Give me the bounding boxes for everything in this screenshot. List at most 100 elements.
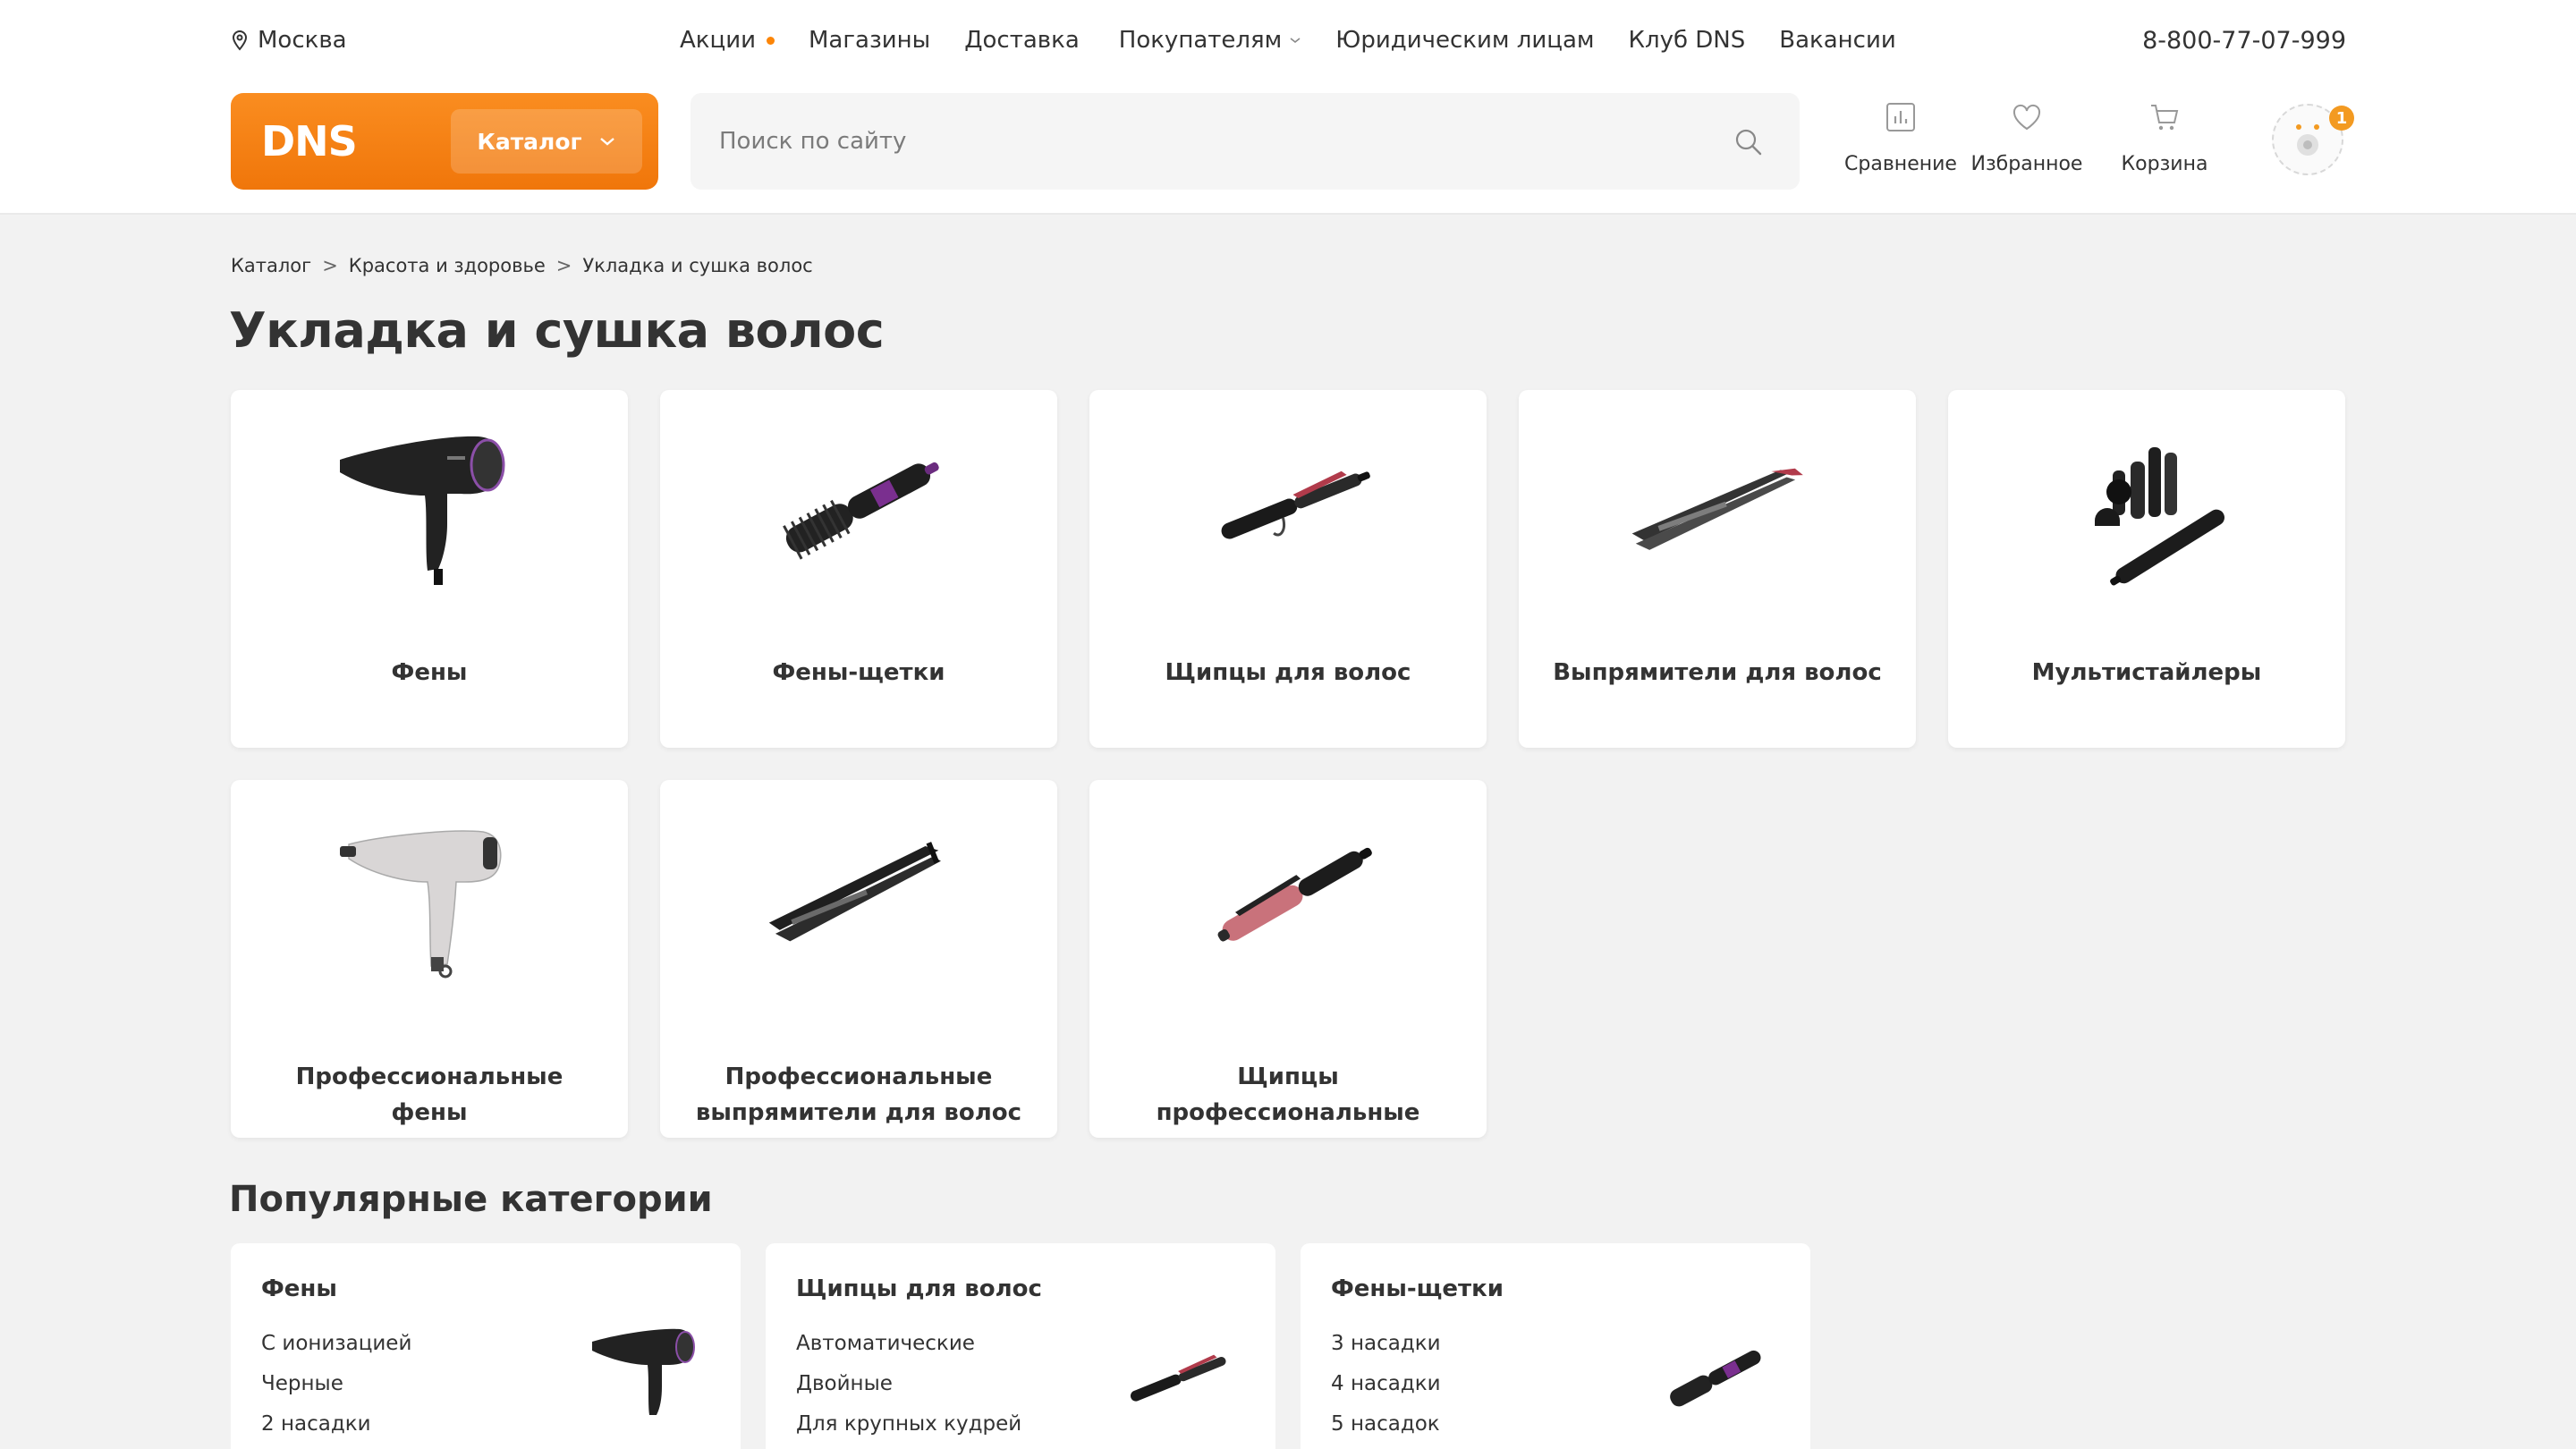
category-image xyxy=(660,807,1057,986)
popular-filter-link[interactable]: 5 насадок xyxy=(1331,1404,1441,1445)
category-label: Щипцы профессиональные xyxy=(1107,1059,1469,1131)
catalog-label: Каталог xyxy=(477,128,582,155)
category-label: Щипцы для волос xyxy=(1165,659,1411,686)
category-card-pro-curling-irons[interactable]: Щипцы профессиональные xyxy=(1089,780,1487,1138)
notification-badge: 1 xyxy=(2329,106,2354,131)
cart-button[interactable]: Корзина xyxy=(2102,100,2227,175)
nav-label: Клуб DNS xyxy=(1628,27,1746,54)
category-label: Профессиональные фены xyxy=(249,1059,610,1131)
dns-logo[interactable]: DNS xyxy=(261,118,358,165)
page-title: Укладка и сушка волос xyxy=(229,302,885,359)
popular-card-hot-air-brushes: Фены-щетки 3 насадки 4 насадки 5 насадок xyxy=(1301,1243,1810,1449)
pro-curling-iron-icon xyxy=(1217,847,1372,942)
category-image xyxy=(1089,417,1487,596)
favorites-button[interactable]: Избранное xyxy=(1964,100,2089,175)
site-header: Москва Акции Магазины Доставка Покупател… xyxy=(0,0,2576,215)
pro-hair-dryer-icon xyxy=(340,830,502,979)
popular-card-hair-dryers: Фены С ионизацией Черные 2 насадки xyxy=(231,1243,741,1449)
compare-chart-icon xyxy=(1886,103,1915,131)
avatar-face-icon xyxy=(2296,124,2319,156)
category-label: Фены xyxy=(391,659,468,686)
popular-card-title[interactable]: Щипцы для волос xyxy=(796,1275,1042,1302)
popular-filter-list: С ионизацией Черные 2 насадки xyxy=(261,1324,411,1445)
popular-card-curling-irons: Щипцы для волос Автоматические Двойные Д… xyxy=(766,1243,1275,1449)
category-card-curling-irons[interactable]: Щипцы для волос xyxy=(1089,390,1487,748)
nav-item-vacancies[interactable]: Вакансии xyxy=(1779,27,1896,54)
location-pin-icon xyxy=(232,30,248,51)
hair-straightener-icon xyxy=(1631,468,1803,550)
promo-dot-icon xyxy=(766,36,775,45)
popular-filter-link[interactable]: Двойные xyxy=(796,1364,1021,1404)
category-image xyxy=(1089,807,1487,986)
nav-label: Доставка xyxy=(964,27,1080,54)
category-image xyxy=(231,807,628,986)
category-card-pro-straighteners[interactable]: Профессиональные выпрямители для волос xyxy=(660,780,1057,1138)
category-image xyxy=(231,417,628,596)
nav-item-legal-entities[interactable]: Юридическим лицам xyxy=(1335,27,1594,54)
category-card-hot-air-brushes[interactable]: Фены-щетки xyxy=(660,390,1057,748)
breadcrumb-separator: > xyxy=(555,255,572,276)
breadcrumb-link[interactable]: Каталог xyxy=(231,255,311,276)
popular-card-title[interactable]: Фены xyxy=(261,1275,337,1302)
popular-filter-list: Автоматические Двойные Для крупных кудре… xyxy=(796,1324,1021,1445)
popular-section-title: Популярные категории xyxy=(229,1179,713,1220)
cart-label: Корзина xyxy=(2121,153,2208,175)
pro-straightener-icon xyxy=(768,842,941,942)
nav-item-delivery[interactable]: Доставка xyxy=(964,27,1080,54)
category-image xyxy=(1948,417,2345,596)
city-selector[interactable]: Москва xyxy=(231,23,347,57)
logo-catalog-block: DNS Каталог xyxy=(231,93,658,190)
nav-label: Юридическим лицам xyxy=(1335,27,1595,54)
category-label-line: Профессиональные xyxy=(295,1063,564,1090)
nav-label: Магазины xyxy=(808,27,931,54)
compare-button[interactable]: Сравнение xyxy=(1825,100,1977,175)
popular-filter-link[interactable]: 2 насадки xyxy=(261,1404,411,1445)
chevron-down-icon xyxy=(599,138,614,146)
multistyler-icon xyxy=(2095,447,2224,586)
category-image xyxy=(1519,417,1916,596)
popular-filter-list: 3 насадки 4 насадки 5 насадок xyxy=(1331,1324,1441,1445)
nav-item-dns-club[interactable]: Клуб DNS xyxy=(1629,27,1746,54)
nav-item-customers[interactable]: Покупателям xyxy=(1119,27,1302,54)
popular-filter-link[interactable]: С ионизацией xyxy=(261,1324,411,1364)
popular-filter-link[interactable]: Для крупных кудрей xyxy=(796,1404,1021,1445)
nav-item-promotions[interactable]: Акции xyxy=(680,27,775,54)
popular-filter-link[interactable]: 4 насадки xyxy=(1331,1364,1441,1404)
chevron-down-icon xyxy=(1290,38,1301,44)
search-input[interactable] xyxy=(719,120,1703,163)
breadcrumb-link[interactable]: Укладка и сушка волос xyxy=(582,255,812,276)
category-label-line: профессиональные xyxy=(1156,1099,1420,1126)
category-card-hair-dryers[interactable]: Фены xyxy=(231,390,628,748)
hot-air-brush-icon xyxy=(1670,1350,1761,1407)
nav-label: Покупателям xyxy=(1118,27,1283,54)
hair-dryer-icon xyxy=(592,1328,695,1415)
breadcrumb-link[interactable]: Красота и здоровье xyxy=(349,255,546,276)
heart-icon xyxy=(2012,104,2041,131)
popular-filter-link[interactable]: Черные xyxy=(261,1364,411,1404)
category-label-line: выпрямители для волос xyxy=(695,1099,1022,1126)
category-label-line: Профессиональные xyxy=(724,1063,993,1090)
search-icon[interactable] xyxy=(1733,127,1764,157)
category-card-pro-hair-dryers[interactable]: Профессиональные фены xyxy=(231,780,628,1138)
hair-dryer-icon xyxy=(340,436,505,585)
category-label: Мультистайлеры xyxy=(2031,659,2262,686)
curling-iron-icon xyxy=(1221,470,1370,539)
breadcrumb-separator: > xyxy=(322,255,338,276)
phone-number[interactable]: 8-800-77-07-999 xyxy=(2142,23,2346,57)
search-bar xyxy=(691,93,1800,190)
popular-card-title[interactable]: Фены-щетки xyxy=(1331,1275,1504,1302)
category-image xyxy=(660,417,1057,596)
category-label-line: фены xyxy=(391,1099,468,1126)
category-label: Выпрямители для волос xyxy=(1553,659,1882,686)
popular-filter-link[interactable]: 3 насадки xyxy=(1331,1324,1441,1364)
category-card-multistylers[interactable]: Мультистайлеры xyxy=(1948,390,2345,748)
compare-label: Сравнение xyxy=(1844,153,1957,175)
header-tools: Сравнение Избранное Корзина xyxy=(1825,100,2227,181)
popular-filter-link[interactable]: Автоматические xyxy=(796,1324,1021,1364)
nav-item-stores[interactable]: Магазины xyxy=(809,27,930,54)
category-card-hair-straighteners[interactable]: Выпрямители для волос xyxy=(1519,390,1916,748)
hot-air-brush-icon xyxy=(783,462,939,560)
top-navigation: Акции Магазины Доставка Покупателям Юрид… xyxy=(680,23,1930,57)
favorites-label: Избранное xyxy=(1970,153,2083,175)
catalog-button[interactable]: Каталог xyxy=(451,109,642,174)
